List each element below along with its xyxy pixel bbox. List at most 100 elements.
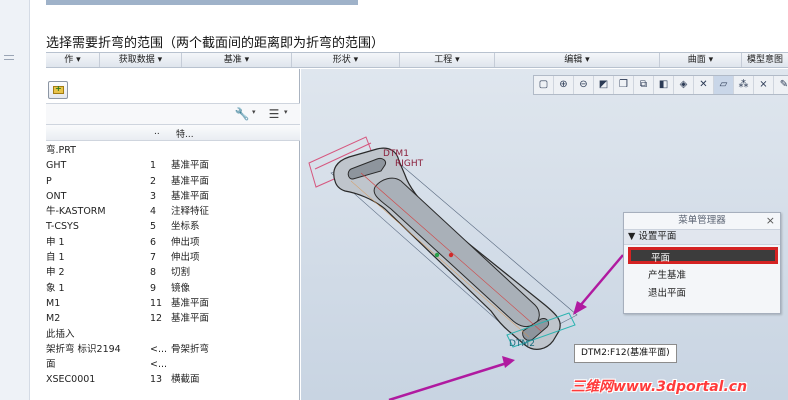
tree-row-number: <... <box>150 359 168 371</box>
tree-row-number: <... <box>150 343 168 355</box>
tree-settings-icon[interactable]: ☰ <box>266 107 282 122</box>
tree-row-type: 基准平面 <box>171 313 210 325</box>
tree-row-number: 11 <box>150 297 163 309</box>
tree-row[interactable]: T-CSYS 5 坐标系 <box>46 219 300 234</box>
bracket-channel <box>373 177 540 328</box>
tree-row-name: 申 1 <box>46 236 65 248</box>
top-decoration-bar <box>46 0 358 5</box>
dtm1-label: DTM1 <box>383 149 409 159</box>
menu-section-set-plane[interactable]: ▼ 设置平面 <box>624 229 780 245</box>
tree-row-number: 5 <box>150 221 157 233</box>
tools-icon[interactable]: 🔧 <box>234 107 250 122</box>
tree-row-type: 基准平面 <box>171 297 210 309</box>
menu-item-edit[interactable]: 编辑 ▾ <box>495 53 660 67</box>
tree-row-type: 伸出项 <box>171 236 200 248</box>
tree-row-number: 3 <box>150 190 157 202</box>
tree-row-number: 7 <box>150 252 157 264</box>
datum-point <box>448 252 454 258</box>
tree-row[interactable]: 自 1 7 伸出项 <box>46 250 300 265</box>
tree-row[interactable]: 象 1 9 镜像 <box>46 281 300 296</box>
dtm2-label: DTM2 <box>509 339 535 349</box>
arrow-to-dtm2 <box>578 254 624 308</box>
tree-row-name: 自 1 <box>46 252 65 264</box>
menu-item-quit-plane[interactable]: 退出平面 <box>628 285 778 302</box>
menu-item-shape[interactable]: 形状 ▾ <box>292 53 400 67</box>
tree-row-type: 基准平面 <box>171 160 210 172</box>
menu-item-plane[interactable]: 平面 <box>628 247 778 264</box>
menu-item-model-intent[interactable]: 模型意图 <box>742 53 788 67</box>
arrow-to-bottom <box>388 361 508 400</box>
tree-row[interactable]: 牛-KASTORM 4 注释特征 <box>46 204 300 219</box>
tree-row-type: 坐标系 <box>171 221 200 233</box>
tree-row[interactable]: XSEC0001 13 横截面 <box>46 372 300 387</box>
tree-row-name: 架折弯 标识2194 <box>46 343 121 355</box>
tree-row-number: 8 <box>150 267 157 279</box>
tree-row-number: 4 <box>150 206 157 218</box>
tree-row-name: 牛-KASTORM <box>46 206 106 218</box>
tree-row-name: 面 <box>46 359 56 371</box>
tree-row-name: 此插入 <box>46 328 75 340</box>
new-folder-button[interactable]: + <box>48 81 68 99</box>
tree-row[interactable]: 面 <... <box>46 357 300 372</box>
tree-row[interactable]: ONT 3 基准平面 <box>46 189 300 204</box>
tree-row-name: M1 <box>46 297 61 309</box>
tree-row[interactable]: 申 2 8 切割 <box>46 265 300 280</box>
tree-row-name: T-CSYS <box>46 221 79 233</box>
tree-row-type: 基准平面 <box>171 190 210 202</box>
tree-row[interactable]: GHT 1 基准平面 <box>46 158 300 173</box>
tree-row-number: 6 <box>150 236 157 248</box>
tree-row-name: 象 1 <box>46 282 65 294</box>
menu-manager-title: 菜单管理器 <box>678 215 726 226</box>
column-header-number[interactable]: .. <box>154 127 160 137</box>
menu-item-datum[interactable]: 基准 ▾ <box>182 53 292 67</box>
step-caption: 选择需要折弯的范围（两个截面间的距离即为折弯的范围） <box>46 36 385 51</box>
tree-row-number: 12 <box>150 313 163 325</box>
tree-row-number: 2 <box>150 175 157 187</box>
tree-row-name: ONT <box>46 190 67 202</box>
graphics-viewport[interactable]: ▢ ⊕ ⊖ ◩ ❒ ⧉ ◧ ◈ ✕ ▱ ⁂ ⨯ ✎ DTM1 RIGHT DTM… <box>301 69 788 400</box>
menu-item-surface[interactable]: 曲面 ▾ <box>660 53 742 67</box>
tree-row-name: XSEC0001 <box>46 374 96 386</box>
tree-row[interactable]: 此插入 <box>46 327 300 342</box>
tree-row[interactable]: 架折弯 标识2194 <... 骨架折弯 <box>46 342 300 357</box>
menu-item-make-datum[interactable]: 产生基准 <box>628 267 778 284</box>
tree-row[interactable]: M1 11 基准平面 <box>46 296 300 311</box>
column-header-feature-type[interactable]: 特... <box>176 127 194 140</box>
tree-row[interactable]: 申 1 6 伸出项 <box>46 235 300 250</box>
tree-row-number: 9 <box>150 282 157 294</box>
menu-item-engineering[interactable]: 工程 ▾ <box>400 53 495 67</box>
right-label: RIGHT <box>395 159 424 169</box>
model-tree-panel: + 🔧 ▾ ☰ ▾ .. 特... 弯.PRT GHT 1 基准平面 P 2 基准平面 … <box>46 69 300 400</box>
menu-item-get-data[interactable]: 获取数据 ▾ <box>100 53 182 67</box>
tree-row-name: 弯.PRT <box>46 145 76 156</box>
tree-column-header: .. 特... <box>46 125 300 141</box>
left-margin-strip <box>0 0 30 400</box>
tree-row-type: 骨架折弯 <box>171 343 210 355</box>
menu-bar: 作 ▾ 获取数据 ▾ 基准 ▾ 形状 ▾ 工程 ▾ 编辑 ▾ 曲面 ▾ 模型意图 <box>46 52 788 68</box>
tree-row-type: 切割 <box>171 267 191 279</box>
site-watermark: 三维网www.3dportal.cn <box>571 379 748 395</box>
skeleton-curve <box>360 172 542 332</box>
tree-rows: 弯.PRT GHT 1 基准平面 P 2 基准平面 ONT 3 基准平面 牛-KASTORM… <box>46 143 300 388</box>
tree-row[interactable]: P 2 基准平面 <box>46 174 300 189</box>
tree-row-name: P <box>46 175 52 187</box>
strip-tick <box>4 59 14 60</box>
menu-item-operations[interactable]: 作 ▾ <box>46 53 100 67</box>
tree-row-type: 注释特征 <box>171 206 210 218</box>
tree-row[interactable]: 弯.PRT <box>46 143 300 158</box>
datum-point <box>434 252 440 258</box>
chevron-down-icon[interactable]: ▾ <box>252 108 256 116</box>
tree-row-type: 横截面 <box>171 374 200 386</box>
strip-tick <box>4 55 14 56</box>
tree-row-name: M2 <box>46 313 61 325</box>
pick-tooltip: DTM2:F12(基准平面) <box>574 344 677 363</box>
tree-row-name: 申 2 <box>46 267 65 279</box>
tree-row-number: 13 <box>150 374 163 386</box>
close-icon[interactable]: × <box>766 214 775 227</box>
tree-row-type: 镜像 <box>171 282 191 294</box>
chevron-down-icon[interactable]: ▾ <box>284 108 288 116</box>
tree-row-name: GHT <box>46 160 67 172</box>
tree-row[interactable]: M2 12 基准平面 <box>46 311 300 326</box>
tree-row-number: 1 <box>150 160 157 172</box>
tree-row-type: 伸出项 <box>171 252 200 264</box>
